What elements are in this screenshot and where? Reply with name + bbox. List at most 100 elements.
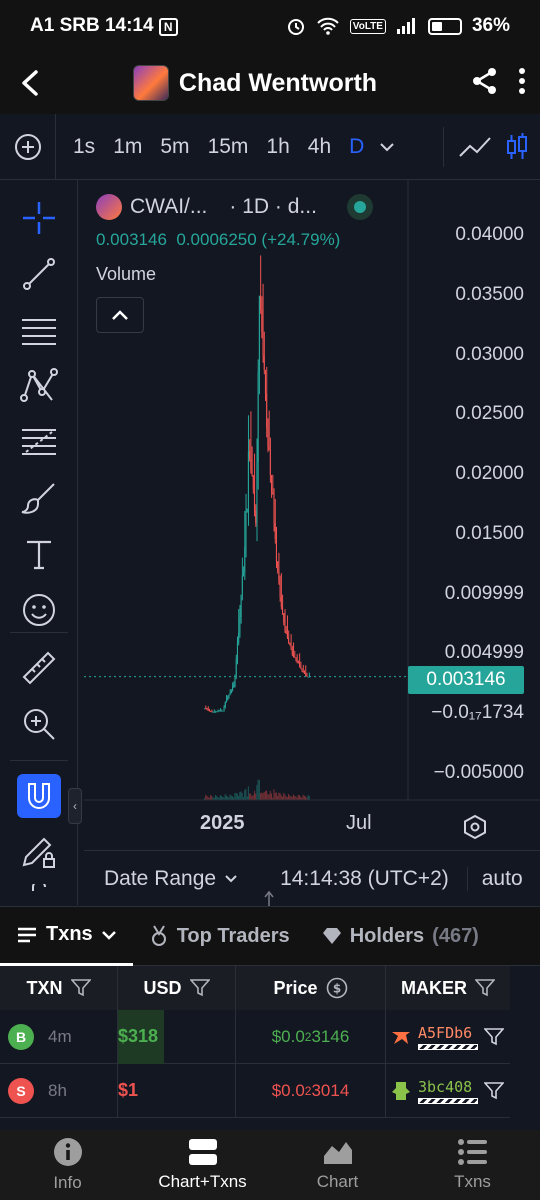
clock: 14:14 <box>104 15 154 36</box>
time-tick: 2025 <box>200 812 245 834</box>
candle-body <box>240 594 242 617</box>
volume-bar <box>279 792 281 800</box>
usd-cell: $1 <box>118 1063 236 1118</box>
maker-address[interactable]: A5FDb6 <box>418 1024 478 1050</box>
maker-cell[interactable]: 3bc408 <box>386 1064 510 1118</box>
chevron-down-icon[interactable] <box>379 141 395 153</box>
maker-id-text: 3bc408 <box>418 1077 473 1096</box>
volume-bar <box>252 795 254 800</box>
volume-bar <box>269 790 271 800</box>
volume-bar <box>295 796 297 800</box>
candle-body <box>272 492 274 495</box>
nav-chart[interactable]: Chart <box>270 1130 405 1200</box>
line-chart-type-icon[interactable] <box>458 134 492 160</box>
svg-text:$: $ <box>332 982 340 996</box>
lock-drawings-tool[interactable] <box>17 830 61 874</box>
legend-collapse-button[interactable] <box>96 297 144 333</box>
volte-icon: VoLTE <box>349 18 386 34</box>
column-header-maker[interactable]: MAKER <box>386 966 510 1010</box>
candle-body <box>210 710 212 712</box>
volume-bar <box>225 795 227 800</box>
add-indicator-button[interactable] <box>0 113 56 180</box>
date-range-button[interactable]: Date Range <box>84 867 238 891</box>
zoom-in-icon <box>24 709 55 740</box>
info-icon <box>53 1138 82 1166</box>
volume-bar <box>261 792 263 800</box>
timeframe-1h[interactable]: 1h <box>257 135 298 159</box>
volume-bar <box>210 794 212 800</box>
candle-body <box>273 494 275 523</box>
nav-txns[interactable]: Txns <box>405 1130 540 1200</box>
auto-scale-toggle[interactable]: auto <box>468 867 523 891</box>
collapse-toolbar-button[interactable]: ‹ <box>68 788 82 824</box>
trend-line-tool[interactable] <box>17 252 61 296</box>
token-avatar <box>132 65 169 101</box>
candle-body <box>291 648 293 655</box>
tab-holders[interactable]: Holders (467) <box>306 906 495 966</box>
ruler-tool[interactable] <box>17 646 61 690</box>
timezone-clock[interactable]: 14:14:38 (UTC+2) <box>280 866 468 891</box>
fib-tool[interactable] <box>17 420 61 464</box>
candle-body <box>219 710 221 712</box>
volume-bar <box>251 796 253 800</box>
share-button[interactable] <box>470 66 500 101</box>
candle-body <box>300 666 302 669</box>
table-row[interactable]: S 8h $1 $0.0 2 3014 3bc408 <box>0 1063 510 1118</box>
tab-top-traders[interactable]: Top Traders <box>133 906 306 966</box>
candle-body <box>290 644 292 649</box>
carrier-name: A1 SRB <box>30 15 100 36</box>
maker-avatar-icon <box>392 1081 410 1100</box>
ruler-icon <box>22 651 56 685</box>
horizontal-lines-tool[interactable] <box>17 308 61 352</box>
price-chart[interactable]: CWAI/... · 1D · d... 0.003146 0.0006250 … <box>84 180 540 850</box>
emoji-tool[interactable] <box>17 588 61 632</box>
pattern-icon <box>20 368 58 402</box>
price-tick: −0.005000 <box>433 762 524 783</box>
candle-body <box>302 671 304 673</box>
maker-address[interactable]: 3bc408 <box>418 1078 478 1104</box>
filter-icon[interactable] <box>484 1027 504 1046</box>
tab-txns[interactable]: Txns <box>0 906 133 966</box>
symbol-name[interactable]: CWAI/... <box>130 195 207 219</box>
more-button[interactable] <box>518 67 526 100</box>
candle-body <box>205 708 207 710</box>
column-header-txn[interactable]: TXN <box>0 966 118 1010</box>
price-tick: 0.04000 <box>455 224 524 245</box>
nav-label: Chart <box>316 1172 359 1191</box>
table-row[interactable]: B 4m $318 $0.0 2 3146 A5FDb6 <box>0 1009 510 1064</box>
candle-body <box>301 668 303 672</box>
zoom-tool[interactable] <box>17 702 61 746</box>
crosshair-tool[interactable] <box>17 196 61 240</box>
price-cell: $0.0 2 3014 <box>236 1063 386 1118</box>
candle-body <box>269 449 271 476</box>
pattern-tool[interactable] <box>17 364 61 408</box>
nav-info[interactable]: Info <box>0 1130 135 1200</box>
brush-tool[interactable] <box>17 476 61 520</box>
candle-body <box>238 632 240 643</box>
timeframe-15m[interactable]: 15m <box>199 135 258 159</box>
column-header-usd[interactable]: USD <box>118 966 236 1010</box>
candle-body <box>275 538 277 562</box>
candle-body <box>306 675 308 677</box>
timeframe-1s[interactable]: 1s <box>64 135 104 159</box>
price-cell: $0.0 2 3146 <box>236 1009 386 1064</box>
reset-chart-button[interactable] <box>462 814 488 845</box>
timeframe-1m[interactable]: 1m <box>104 135 151 159</box>
timeframe-4h[interactable]: 4h <box>299 135 340 159</box>
volume-bar <box>277 796 279 800</box>
candle-body <box>218 710 220 712</box>
magnet-tool[interactable] <box>17 774 61 818</box>
maker-cell[interactable]: A5FDb6 <box>386 1010 510 1064</box>
more-tools[interactable] <box>17 884 61 904</box>
text-tool[interactable] <box>17 532 61 576</box>
candles-chart-type-icon[interactable] <box>506 132 528 162</box>
filter-icon[interactable] <box>484 1081 504 1100</box>
price-zeros: 2 <box>304 1083 312 1098</box>
timeframe-d[interactable]: D <box>340 135 373 159</box>
hexagon-reset-icon <box>464 814 486 840</box>
usd-cell: $318 <box>118 1009 236 1064</box>
nav-chart-txns[interactable]: Chart+Txns <box>135 1130 270 1200</box>
column-header-price[interactable]: Price $ <box>236 966 386 1010</box>
timeframe-5m[interactable]: 5m <box>151 135 198 159</box>
candle-body <box>262 331 264 356</box>
